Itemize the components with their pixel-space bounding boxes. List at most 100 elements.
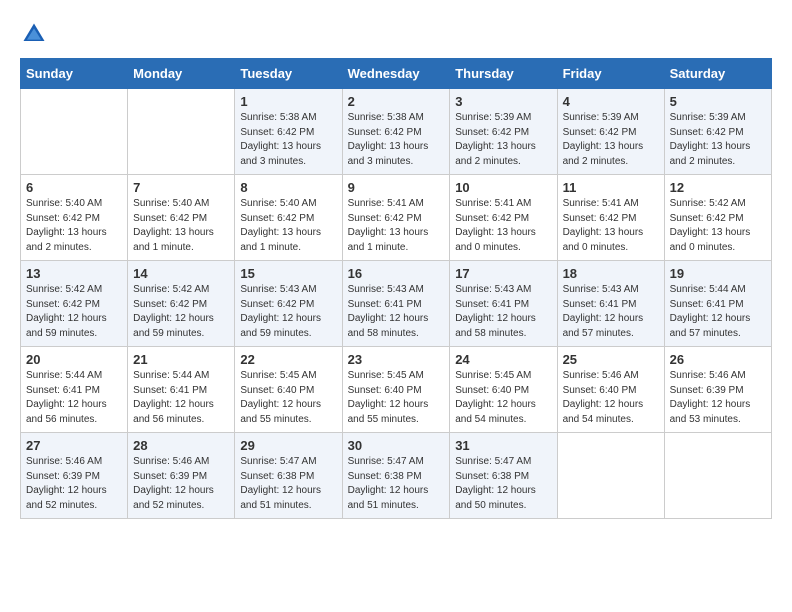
day-info: Sunrise: 5:45 AMSunset: 6:40 PMDaylight:…: [240, 369, 336, 427]
day-number: 9: [348, 180, 445, 195]
day-number: 2: [348, 94, 445, 109]
calendar-cell: 7 Sunrise: 5:40 AMSunset: 6:42 PMDaylight…: [128, 175, 235, 261]
day-info: Sunrise: 5:39 AMSunset: 6:42 PMDaylight:…: [563, 111, 659, 169]
day-info: Sunrise: 5:41 AMSunset: 6:42 PMDaylight:…: [455, 197, 551, 255]
weekday-header-row: SundayMondayTuesdayWednesdayThursdayFrid…: [21, 59, 772, 89]
calendar-cell: 5 Sunrise: 5:39 AMSunset: 6:42 PMDaylight…: [664, 89, 771, 175]
calendar-cell: 1 Sunrise: 5:38 AMSunset: 6:42 PMDaylight…: [235, 89, 342, 175]
day-number: 16: [348, 266, 445, 281]
weekday-thursday: Thursday: [450, 59, 557, 89]
weekday-monday: Monday: [128, 59, 235, 89]
day-info: Sunrise: 5:45 AMSunset: 6:40 PMDaylight:…: [455, 369, 551, 427]
day-number: 31: [455, 438, 551, 453]
calendar-week-4: 20 Sunrise: 5:44 AMSunset: 6:41 PMDayligh…: [21, 347, 772, 433]
calendar-cell: 28Sunrise: 5:46 AMSunset: 6:39 PMDayligh…: [128, 433, 235, 519]
day-number: 30: [348, 438, 445, 453]
day-number: 10: [455, 180, 551, 195]
calendar-cell: 17 Sunrise: 5:43 AMSunset: 6:41 PMDayligh…: [450, 261, 557, 347]
day-info: Sunrise: 5:44 AMSunset: 6:41 PMDaylight:…: [26, 369, 122, 427]
day-number: 4: [563, 94, 659, 109]
calendar-cell: 26 Sunrise: 5:46 AMSunset: 6:39 PMDayligh…: [664, 347, 771, 433]
day-info: Sunrise: 5:39 AMSunset: 6:42 PMDaylight:…: [455, 111, 551, 169]
day-info: Sunrise: 5:39 AMSunset: 6:42 PMDaylight:…: [670, 111, 766, 169]
calendar-cell: 11Sunrise: 5:41 AMSunset: 6:42 PMDayligh…: [557, 175, 664, 261]
day-number: 24: [455, 352, 551, 367]
calendar-cell: 24 Sunrise: 5:45 AMSunset: 6:40 PMDayligh…: [450, 347, 557, 433]
day-number: 7: [133, 180, 229, 195]
day-info: Sunrise: 5:40 AMSunset: 6:42 PMDaylight:…: [240, 197, 336, 255]
day-number: 1: [240, 94, 336, 109]
calendar-cell: [21, 89, 128, 175]
day-number: 23: [348, 352, 445, 367]
logo: [20, 20, 52, 48]
day-info: Sunrise: 5:43 AMSunset: 6:41 PMDaylight:…: [563, 283, 659, 341]
day-number: 5: [670, 94, 766, 109]
calendar-cell: 27 Sunrise: 5:46 AMSunset: 6:39 PMDayligh…: [21, 433, 128, 519]
calendar-cell: 30Sunrise: 5:47 AMSunset: 6:38 PMDayligh…: [342, 433, 450, 519]
day-info: Sunrise: 5:44 AMSunset: 6:41 PMDaylight:…: [670, 283, 766, 341]
day-info: Sunrise: 5:40 AMSunset: 6:42 PMDaylight:…: [133, 197, 229, 255]
day-number: 25: [563, 352, 659, 367]
calendar-cell: 9Sunrise: 5:41 AMSunset: 6:42 PMDaylight…: [342, 175, 450, 261]
calendar-cell: 23 Sunrise: 5:45 AMSunset: 6:40 PMDayligh…: [342, 347, 450, 433]
day-info: Sunrise: 5:45 AMSunset: 6:40 PMDaylight:…: [348, 369, 445, 427]
day-number: 6: [26, 180, 122, 195]
day-info: Sunrise: 5:47 AMSunset: 6:38 PMDaylight:…: [455, 455, 551, 513]
day-number: 21: [133, 352, 229, 367]
calendar-cell: 31 Sunrise: 5:47 AMSunset: 6:38 PMDayligh…: [450, 433, 557, 519]
day-info: Sunrise: 5:46 AMSunset: 6:39 PMDaylight:…: [670, 369, 766, 427]
day-number: 3: [455, 94, 551, 109]
calendar-cell: [664, 433, 771, 519]
day-number: 11: [563, 180, 659, 195]
day-info: Sunrise: 5:43 AMSunset: 6:41 PMDaylight:…: [348, 283, 445, 341]
calendar-cell: 20 Sunrise: 5:44 AMSunset: 6:41 PMDayligh…: [21, 347, 128, 433]
day-number: 18: [563, 266, 659, 281]
calendar-cell: 15Sunrise: 5:43 AMSunset: 6:42 PMDayligh…: [235, 261, 342, 347]
calendar-cell: 18 Sunrise: 5:43 AMSunset: 6:41 PMDayligh…: [557, 261, 664, 347]
weekday-wednesday: Wednesday: [342, 59, 450, 89]
day-info: Sunrise: 5:47 AMSunset: 6:38 PMDaylight:…: [240, 455, 336, 513]
calendar-week-5: 27 Sunrise: 5:46 AMSunset: 6:39 PMDayligh…: [21, 433, 772, 519]
calendar-cell: 4 Sunrise: 5:39 AMSunset: 6:42 PMDaylight…: [557, 89, 664, 175]
day-info: Sunrise: 5:46 AMSunset: 6:39 PMDaylight:…: [26, 455, 122, 513]
calendar-cell: 12Sunrise: 5:42 AMSunset: 6:42 PMDayligh…: [664, 175, 771, 261]
calendar-cell: 8 Sunrise: 5:40 AMSunset: 6:42 PMDaylight…: [235, 175, 342, 261]
calendar-week-1: 1 Sunrise: 5:38 AMSunset: 6:42 PMDaylight…: [21, 89, 772, 175]
calendar-cell: 29 Sunrise: 5:47 AMSunset: 6:38 PMDayligh…: [235, 433, 342, 519]
calendar-cell: 19 Sunrise: 5:44 AMSunset: 6:41 PMDayligh…: [664, 261, 771, 347]
calendar-cell: [128, 89, 235, 175]
logo-icon: [20, 20, 48, 48]
day-info: Sunrise: 5:43 AMSunset: 6:41 PMDaylight:…: [455, 283, 551, 341]
day-number: 8: [240, 180, 336, 195]
day-number: 26: [670, 352, 766, 367]
day-number: 17: [455, 266, 551, 281]
day-number: 28: [133, 438, 229, 453]
day-number: 29: [240, 438, 336, 453]
page-header: [20, 20, 772, 48]
calendar-cell: 13 Sunrise: 5:42 AMSunset: 6:42 PMDayligh…: [21, 261, 128, 347]
day-number: 13: [26, 266, 122, 281]
calendar-body: 1 Sunrise: 5:38 AMSunset: 6:42 PMDaylight…: [21, 89, 772, 519]
calendar-cell: 10 Sunrise: 5:41 AMSunset: 6:42 PMDayligh…: [450, 175, 557, 261]
calendar-cell: 25 Sunrise: 5:46 AMSunset: 6:40 PMDayligh…: [557, 347, 664, 433]
day-info: Sunrise: 5:42 AMSunset: 6:42 PMDaylight:…: [26, 283, 122, 341]
calendar-cell: 14 Sunrise: 5:42 AMSunset: 6:42 PMDayligh…: [128, 261, 235, 347]
weekday-friday: Friday: [557, 59, 664, 89]
weekday-tuesday: Tuesday: [235, 59, 342, 89]
calendar-cell: [557, 433, 664, 519]
day-number: 19: [670, 266, 766, 281]
day-number: 14: [133, 266, 229, 281]
day-info: Sunrise: 5:46 AMSunset: 6:40 PMDaylight:…: [563, 369, 659, 427]
day-info: Sunrise: 5:38 AMSunset: 6:42 PMDaylight:…: [348, 111, 445, 169]
day-info: Sunrise: 5:38 AMSunset: 6:42 PMDaylight:…: [240, 111, 336, 169]
calendar-week-2: 6 Sunrise: 5:40 AMSunset: 6:42 PMDaylight…: [21, 175, 772, 261]
calendar-cell: 6Sunrise: 5:40 AMSunset: 6:42 PMDaylight…: [21, 175, 128, 261]
day-info: Sunrise: 5:43 AMSunset: 6:42 PMDaylight:…: [240, 283, 336, 341]
calendar-cell: 16 Sunrise: 5:43 AMSunset: 6:41 PMDayligh…: [342, 261, 450, 347]
day-info: Sunrise: 5:42 AMSunset: 6:42 PMDaylight:…: [133, 283, 229, 341]
day-number: 22: [240, 352, 336, 367]
calendar-cell: 22 Sunrise: 5:45 AMSunset: 6:40 PMDayligh…: [235, 347, 342, 433]
day-number: 27: [26, 438, 122, 453]
day-number: 20: [26, 352, 122, 367]
day-info: Sunrise: 5:42 AMSunset: 6:42 PMDaylight:…: [670, 197, 766, 255]
